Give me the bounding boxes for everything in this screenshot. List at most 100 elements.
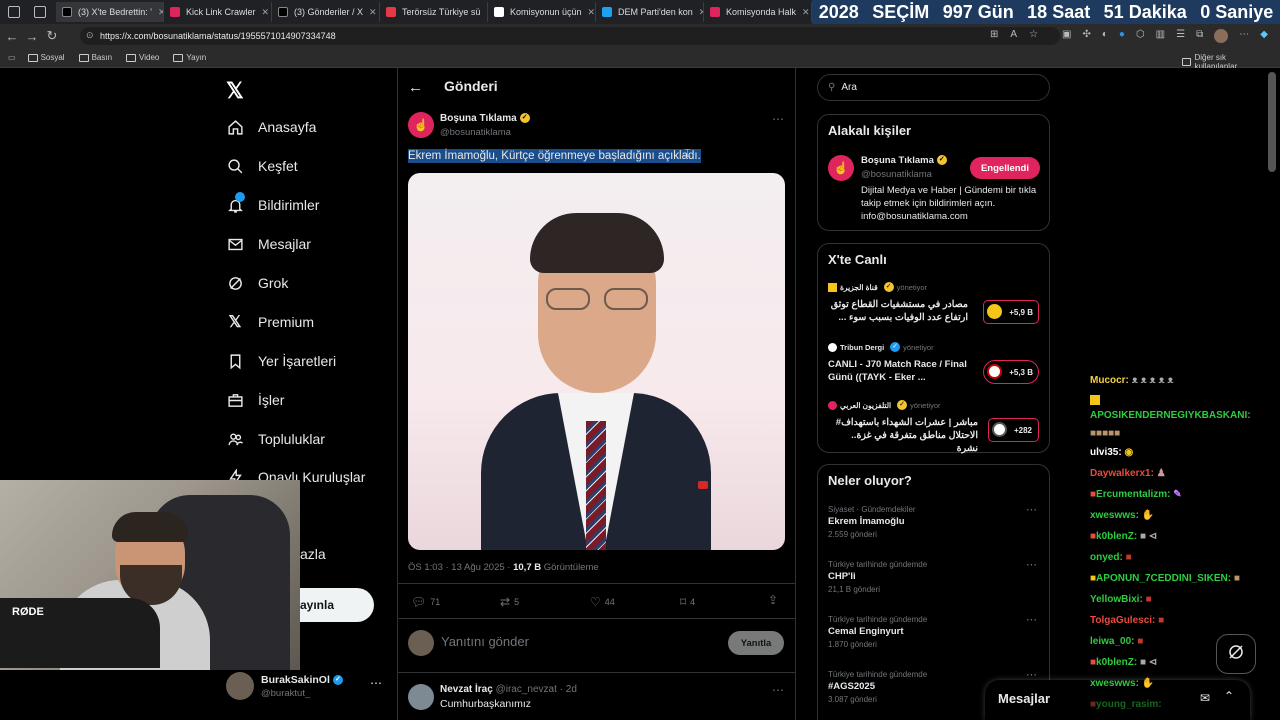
nav-communities[interactable]: Topluluklar (226, 430, 325, 448)
grok-button[interactable] (1216, 634, 1256, 674)
expand-icon[interactable]: ⌃ (1224, 689, 1234, 703)
live-host-row: قناة الجزيرة ✓ yönetiyor (828, 282, 1043, 292)
close-tab-icon[interactable]: ✕ (588, 7, 595, 18)
back-arrow-icon[interactable]: ← (408, 79, 423, 96)
reply-avatar[interactable] (408, 684, 434, 710)
author-handle[interactable]: @bosunatiklama (440, 127, 511, 138)
trend-more-icon[interactable]: ⋯ (1026, 613, 1037, 626)
search-box[interactable]: ⚲ Ara (817, 74, 1050, 101)
author-avatar[interactable]: ☝ (408, 112, 434, 138)
close-tab-icon[interactable]: ✕ (802, 7, 810, 18)
trend-item[interactable]: Türkiye tarihinde gündemde Cemal Enginyu… (828, 613, 1043, 649)
browser-tab[interactable]: Komisyonda Halk ✕ (704, 2, 812, 22)
account-switcher[interactable]: BurakSakinOl ✓ @buraktut_ ⋯ (226, 672, 386, 704)
favorites-icon[interactable]: ☰ (1176, 29, 1185, 43)
nav-more-partial[interactable]: azla (300, 546, 326, 562)
bookmark-folder[interactable]: Yayın (173, 53, 206, 62)
collections-icon[interactable]: ⧉ (1196, 29, 1203, 43)
reply-action[interactable]: 💬︎ 71 (411, 595, 440, 609)
badge-icon (1090, 395, 1100, 406)
bookmark-folder[interactable]: Video (126, 53, 159, 62)
extensions-bar: ▣ ✣ ◐ ● ⬡ ▥ ☰ ⧉ ⋯ ◆ (1062, 29, 1268, 43)
nav-premium[interactable]: 𝕏 Premium (226, 313, 314, 331)
search-input[interactable]: Ara (841, 82, 857, 93)
trend-item[interactable]: Siyaset · Gündemdekiler Ekrem İmamoğlu 2… (828, 503, 1043, 539)
bookmark-action[interactable]: ⌑ 4 (680, 595, 695, 609)
reply-author-handle[interactable]: @irac_nevzat (496, 684, 557, 695)
author-name[interactable]: Boşuna Tıklama ✓ (440, 113, 530, 124)
nav-notifications[interactable]: Bildirimler (226, 192, 319, 214)
chat-user: xweswws: (1090, 678, 1139, 689)
browser-tab[interactable]: Kick Link Crawler ✕ (164, 2, 272, 22)
nav-home[interactable]: Anasayfa (226, 118, 316, 136)
nav-explore[interactable]: Keşfet (226, 157, 298, 175)
more-options-icon[interactable]: ⋯ (370, 676, 382, 690)
live-item[interactable]: Tribun Dergi ✓ yönetiyor CANLI - J70 Match… (828, 342, 1043, 392)
read-aloud-icon[interactable]: A (1010, 29, 1017, 40)
nav-grok[interactable]: Grok (226, 274, 288, 292)
share-icon[interactable]: ⇪ (768, 593, 778, 607)
scrollbar-thumb[interactable] (1268, 72, 1276, 172)
live-listeners-badge: +5,3 B (983, 360, 1039, 384)
reading-list-icon[interactable]: ▭ (8, 53, 16, 62)
copilot-icon[interactable]: ◆ (1260, 29, 1268, 43)
nav-messages[interactable]: Mesajlar (226, 235, 311, 253)
extension-icon[interactable]: ▣ (1062, 29, 1071, 43)
browser-tab[interactable]: Komisyonun üçün ✕ (488, 2, 596, 22)
like-action[interactable]: ♡ 44 (590, 595, 615, 609)
retweet-count: 5 (514, 597, 520, 607)
tab-actions-icon[interactable] (34, 6, 46, 18)
forward-icon[interactable]: → (22, 29, 42, 44)
bookmark-folder[interactable]: Sosyal (27, 53, 65, 62)
retweet-action[interactable]: ⇄ 5 (500, 595, 519, 609)
browser-tab[interactable]: (3) X'te Bedrettin: '✕ (56, 2, 164, 22)
reply-more-icon[interactable]: ⋯ (772, 683, 784, 697)
live-item[interactable]: التلفزيون العربي ✓ yönetiyor مباشر | عشرات… (828, 400, 1043, 454)
related-avatar[interactable]: ☝ (828, 155, 854, 181)
nav-bookmarks[interactable]: Yer İşaretleri (226, 352, 336, 370)
trend-more-icon[interactable]: ⋯ (1026, 558, 1037, 571)
close-tab-icon[interactable]: ✕ (262, 7, 270, 18)
nav-label: Mesajlar (258, 236, 311, 252)
trend-item[interactable]: Türkiye tarihinde gündemde CHP'li 21,1 B… (828, 558, 1043, 594)
browser-tab[interactable]: DEM Parti'den kon✕ (596, 2, 704, 22)
extension-icon[interactable]: ◐ (1102, 29, 1108, 43)
bookmark-folder[interactable]: Basın (78, 53, 112, 62)
favorite-star-icon[interactable]: ☆ (1029, 29, 1038, 40)
briefcase-icon (226, 391, 244, 409)
reply-author-name[interactable]: Nevzat İraç (440, 684, 493, 695)
extension-icon[interactable]: ● (1119, 29, 1125, 43)
blocked-button[interactable]: Engellendi (970, 157, 1040, 179)
countdown-seconds: 0 Saniye (1200, 1, 1274, 22)
browser-tab[interactable]: Terörsüz Türkiye sü✕ (380, 2, 488, 22)
verified-badge-icon: ✓ (332, 675, 343, 686)
post-image[interactable] (408, 173, 785, 550)
close-tab-icon[interactable]: ✕ (369, 7, 377, 18)
menu-more-icon[interactable]: ⋯ (1239, 29, 1249, 43)
workspaces-icon[interactable] (8, 6, 20, 18)
split-screen-icon[interactable]: ▥ (1156, 29, 1165, 43)
reply-input[interactable]: Yanıtını gönder (441, 634, 529, 649)
chat-user: Ercumentalizm: (1096, 489, 1171, 500)
reload-icon[interactable]: ↻ (42, 28, 62, 44)
chat-user: APOSIKENDERNEGIYKBASKANI: (1090, 410, 1251, 421)
related-name-text: Boşuna Tıklama (861, 155, 934, 166)
browser-tab[interactable]: (3) Gönderiler / X ✕ (272, 2, 380, 22)
back-icon[interactable]: ← (2, 29, 22, 44)
apps-icon[interactable]: ⊞ (990, 29, 998, 40)
related-handle[interactable]: @bosunatiklama (861, 169, 932, 180)
live-item[interactable]: قناة الجزيرة ✓ yönetiyor مصادر في مستشفيات… (828, 282, 1043, 332)
extensions-puzzle-icon[interactable]: ⬡ (1136, 29, 1145, 43)
related-name[interactable]: Boşuna Tıklama ✓ (861, 155, 947, 166)
post-more-icon[interactable]: ⋯ (772, 112, 784, 126)
trend-more-icon[interactable]: ⋯ (1026, 503, 1037, 516)
x-logo-icon[interactable]: 𝕏 (226, 78, 244, 104)
new-message-icon[interactable]: ✉ (1200, 691, 1210, 705)
address-bar[interactable]: ⊙ https://x.com/bosunatiklama/status/195… (80, 27, 1060, 45)
person-hair (112, 512, 188, 542)
reply-button[interactable]: Yanıtla (728, 631, 784, 655)
extension-icon[interactable]: ✣ (1082, 29, 1090, 43)
profile-avatar[interactable] (1214, 29, 1229, 43)
nav-jobs[interactable]: İşler (226, 391, 284, 409)
site-info-icon[interactable]: ⊙ (86, 30, 94, 41)
